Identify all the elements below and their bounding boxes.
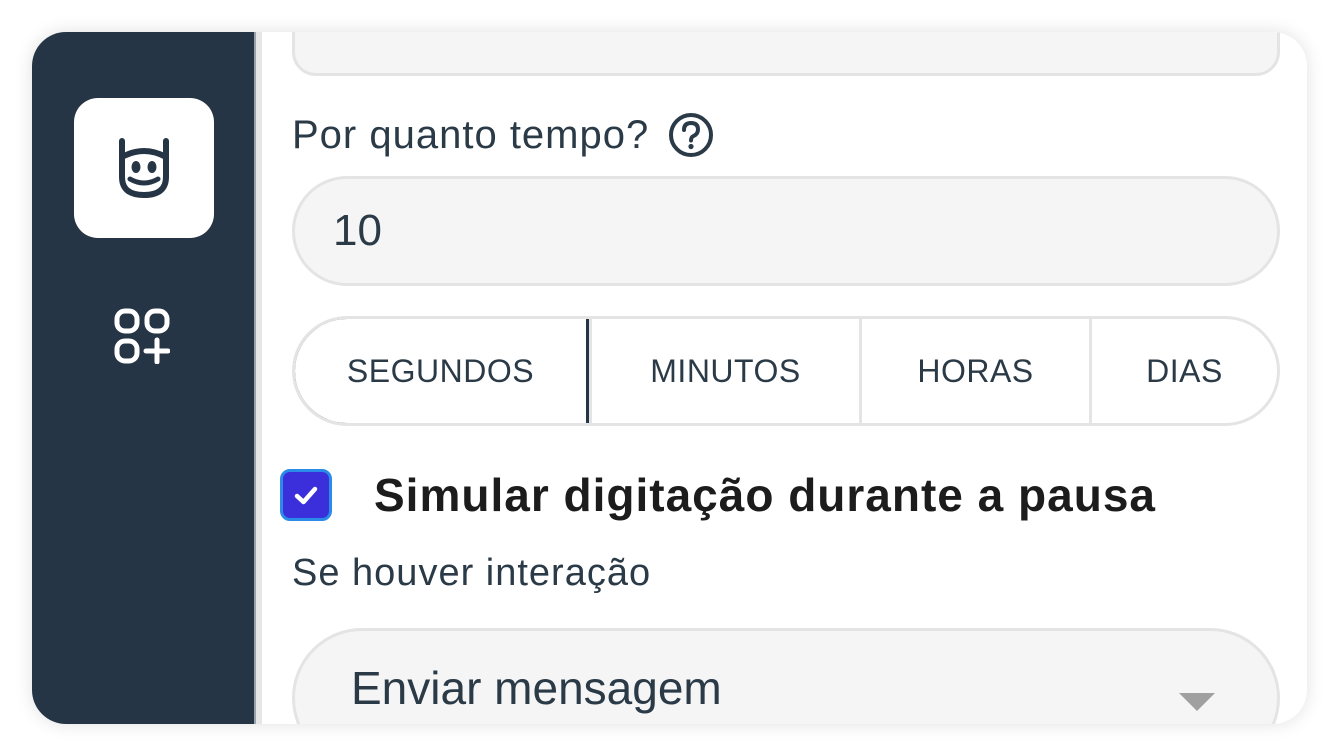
interaction-label: Se houver interação [292, 552, 652, 594]
app-window: Por quanto tempo? SEGUNDOS MINUTOS HORAS… [32, 32, 1307, 724]
sidebar-divider [254, 32, 262, 724]
simulate-typing-checkbox[interactable] [280, 469, 332, 521]
unit-option-horas[interactable]: HORAS [859, 319, 1089, 423]
bot-face-icon [119, 138, 169, 199]
duration-label: Por quanto tempo? [292, 112, 650, 157]
add-apps-button[interactable] [112, 306, 172, 366]
logo-tile[interactable] [74, 98, 214, 238]
previous-field[interactable] [292, 32, 1280, 76]
add-apps-icon [114, 308, 170, 364]
form-panel: Por quanto tempo? SEGUNDOS MINUTOS HORAS… [262, 32, 1307, 724]
unit-option-segundos[interactable]: SEGUNDOS [295, 319, 589, 423]
simulate-typing-label: Simular digitação durante a pausa [374, 469, 1156, 521]
interaction-action-select[interactable]: Enviar mensagem [292, 628, 1280, 724]
chevron-down-icon [1179, 693, 1215, 711]
unit-option-minutos[interactable]: MINUTOS [589, 319, 859, 423]
unit-option-dias[interactable]: DIAS [1089, 319, 1277, 423]
simulate-typing-option[interactable]: Simular digitação durante a pausa [280, 468, 1156, 522]
time-unit-selector: SEGUNDOS MINUTOS HORAS DIAS [292, 316, 1280, 426]
interaction-action-value: Enviar mensagem [351, 662, 722, 714]
duration-label-row: Por quanto tempo? [292, 110, 715, 160]
duration-input[interactable] [292, 176, 1280, 286]
check-icon [294, 486, 318, 505]
sidebar [32, 32, 254, 724]
help-icon[interactable] [667, 111, 715, 159]
